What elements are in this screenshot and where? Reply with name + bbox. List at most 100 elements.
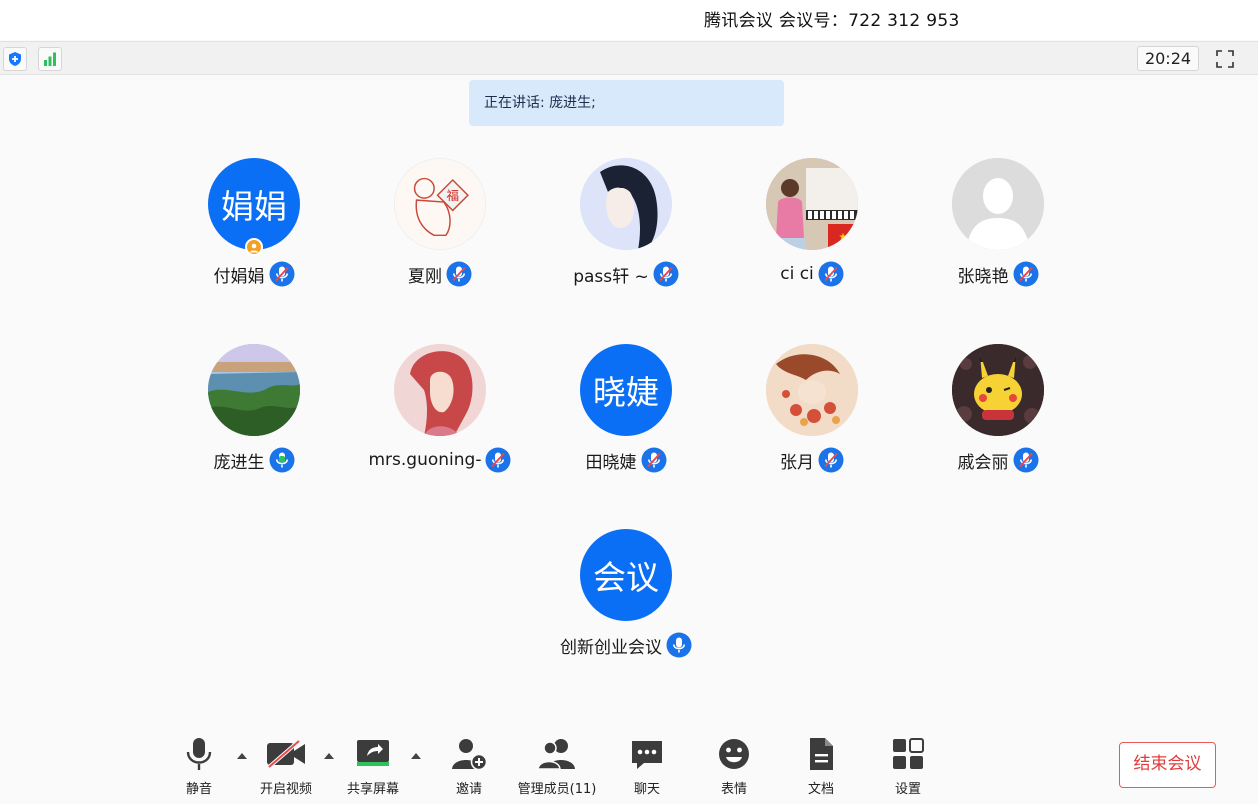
participant-name: 张晓艳 bbox=[957, 266, 1009, 287]
settings-label: 设置 bbox=[894, 782, 921, 797]
participant-name-row: 创新创业会议 bbox=[536, 632, 716, 658]
participant-tile[interactable]: ★ ci ci bbox=[722, 158, 902, 298]
settings-button[interactable]: 设置 bbox=[887, 736, 929, 798]
avatar-text: 晓婕 bbox=[593, 373, 659, 412]
reactions-button[interactable]: 表情 bbox=[713, 736, 755, 798]
avatar bbox=[580, 158, 672, 250]
add-user-icon bbox=[450, 736, 488, 772]
participant-tile[interactable]: 晓婕 田晓婕 bbox=[536, 344, 716, 484]
video-options-caret-icon[interactable] bbox=[323, 750, 335, 762]
participant-tile[interactable]: 戚会丽 bbox=[908, 344, 1088, 484]
avatar: ★ bbox=[766, 158, 858, 250]
participant-name: 张月 bbox=[780, 452, 814, 473]
participant-tile[interactable]: 张晓艳 bbox=[908, 158, 1088, 298]
mic-on-icon bbox=[666, 632, 692, 658]
avatar-text: 娟娟 bbox=[221, 187, 287, 226]
avatar-text: 会议 bbox=[593, 558, 659, 597]
participant-name-row: 戚会丽 bbox=[908, 447, 1088, 473]
participant-name: pass轩 ~ bbox=[573, 266, 649, 287]
signal-strength-icon[interactable] bbox=[38, 47, 62, 71]
manage-members-button[interactable]: 管理成员(11) bbox=[513, 736, 601, 798]
participant-name-row: 夏刚 bbox=[350, 261, 530, 287]
avatar: 会议 bbox=[580, 529, 672, 621]
participant-name: ci ci bbox=[780, 264, 814, 284]
avatar: 福 bbox=[394, 158, 486, 250]
share-screen-label: 共享屏幕 bbox=[346, 782, 399, 797]
mic-muted-icon bbox=[1013, 447, 1038, 473]
participant-tile[interactable]: 娟娟 付娟娟 bbox=[164, 158, 344, 298]
document-icon bbox=[806, 736, 836, 772]
title-bar: 腾讯会议 会议号：722 312 953 bbox=[0, 0, 1258, 40]
video-off-icon bbox=[265, 736, 307, 772]
speaking-banner: 正在讲话: 庞进生; bbox=[469, 80, 784, 126]
avatar: 晓婕 bbox=[580, 344, 672, 436]
participant-tile[interactable]: pass轩 ~ bbox=[536, 158, 716, 298]
mute-label: 静音 bbox=[185, 782, 212, 797]
bottom-toolbar: 静音 开启视频 共享屏幕 邀请 管理成员(11) 聊天 表情 文档 设置 bbox=[0, 730, 1258, 804]
invite-label: 邀请 bbox=[455, 782, 482, 797]
members-icon bbox=[537, 736, 577, 772]
status-bar: 20:24 bbox=[0, 41, 1258, 75]
fullscreen-icon[interactable] bbox=[1212, 47, 1238, 71]
chat-icon bbox=[630, 736, 664, 772]
share-screen-icon bbox=[355, 736, 391, 772]
start-video-label: 开启视频 bbox=[259, 782, 312, 797]
grid-settings-icon bbox=[891, 736, 925, 772]
chat-button[interactable]: 聊天 bbox=[626, 736, 668, 798]
participant-name: 庞进生 bbox=[213, 452, 265, 473]
mute-button[interactable]: 静音 bbox=[178, 736, 220, 798]
end-meeting-button[interactable]: 结束会议 bbox=[1119, 742, 1216, 788]
participant-name: 田晓婕 bbox=[585, 452, 637, 473]
reactions-label: 表情 bbox=[720, 782, 747, 797]
microphone-icon bbox=[185, 736, 213, 772]
participant-tile[interactable]: 会议 创新创业会议 bbox=[536, 529, 716, 669]
participant-name-row: 张月 bbox=[722, 447, 902, 473]
participant-name: mrs.guoning- bbox=[368, 450, 482, 470]
share-options-caret-icon[interactable] bbox=[410, 750, 422, 762]
manage-members-label: 管理成员(11) bbox=[517, 782, 597, 797]
mic-muted-icon bbox=[269, 261, 294, 287]
participant-name: 戚会丽 bbox=[957, 452, 1009, 473]
participant-tile[interactable]: 福 夏刚 bbox=[350, 158, 530, 298]
window-title: 腾讯会议 会议号：722 312 953 bbox=[704, 11, 960, 31]
participant-name: 创新创业会议 bbox=[560, 637, 662, 658]
mic-muted-icon bbox=[818, 447, 844, 473]
participant-name-row: 张晓艳 bbox=[908, 261, 1088, 287]
avatar bbox=[394, 344, 486, 436]
meeting-clock: 20:24 bbox=[1137, 46, 1199, 71]
avatar bbox=[952, 344, 1044, 436]
participant-name-row: ci ci bbox=[722, 261, 902, 287]
mic-muted-icon bbox=[446, 261, 472, 287]
participant-name-row: 庞进生 bbox=[164, 447, 344, 473]
participant-tile[interactable]: mrs.guoning- bbox=[350, 344, 530, 484]
mic-muted-icon bbox=[641, 447, 666, 473]
participant-name-row: 田晓婕 bbox=[536, 447, 716, 473]
host-badge-icon bbox=[245, 238, 263, 256]
participant-name: 夏刚 bbox=[408, 266, 442, 287]
mic-speaking-icon bbox=[269, 447, 294, 473]
smiley-icon bbox=[717, 736, 751, 772]
avatar: 娟娟 bbox=[208, 158, 300, 250]
documents-label: 文档 bbox=[807, 782, 834, 797]
share-screen-button[interactable]: 共享屏幕 bbox=[341, 736, 405, 798]
start-video-button[interactable]: 开启视频 bbox=[254, 736, 318, 798]
participant-name-row: pass轩 ~ bbox=[536, 261, 716, 287]
security-shield-icon[interactable] bbox=[3, 47, 27, 71]
mic-muted-icon bbox=[485, 447, 511, 473]
avatar bbox=[766, 344, 858, 436]
participant-name: 付娟娟 bbox=[213, 266, 265, 287]
invite-button[interactable]: 邀请 bbox=[448, 736, 490, 798]
documents-button[interactable]: 文档 bbox=[800, 736, 842, 798]
svg-text:福: 福 bbox=[446, 188, 459, 203]
participant-tile[interactable]: 庞进生 bbox=[164, 344, 344, 484]
svg-text:★: ★ bbox=[839, 232, 848, 243]
participant-name-row: mrs.guoning- bbox=[350, 447, 530, 473]
participant-name-row: 付娟娟 bbox=[164, 261, 344, 287]
mute-options-caret-icon[interactable] bbox=[236, 750, 248, 762]
chat-label: 聊天 bbox=[633, 782, 660, 797]
mic-muted-icon bbox=[1013, 261, 1038, 287]
avatar bbox=[208, 344, 300, 436]
mic-muted-icon bbox=[653, 261, 679, 287]
participant-tile[interactable]: 张月 bbox=[722, 344, 902, 484]
mic-muted-icon bbox=[818, 261, 844, 287]
